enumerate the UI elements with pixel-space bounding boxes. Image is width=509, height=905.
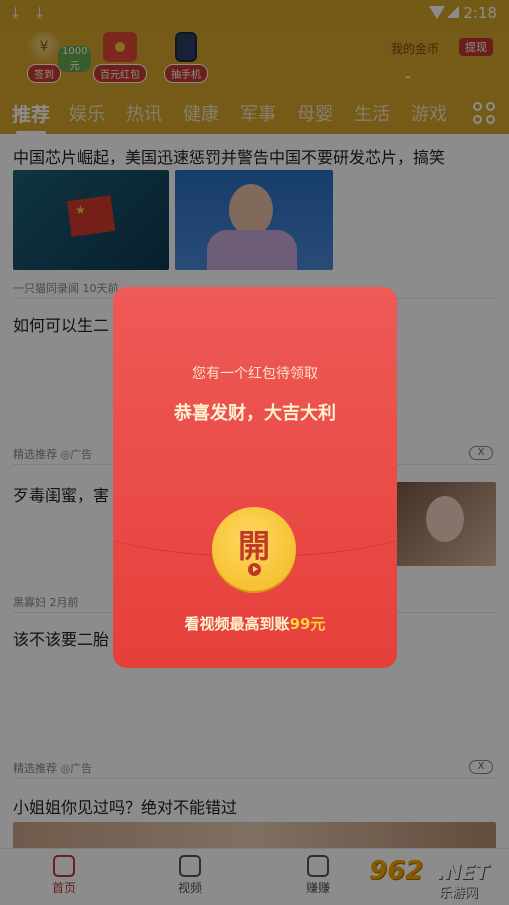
red-envelope-modal: 您有一个红包待领取 恭喜发财，大吉大利 開 看视频最高到账99元: [113, 287, 397, 668]
reward-amount: 99元: [289, 615, 326, 633]
modal-subtitle: 您有一个红包待领取: [192, 366, 318, 382]
open-envelope-button[interactable]: 開: [212, 507, 296, 591]
play-icon: [248, 563, 261, 576]
modal-footer: 看视频最高到账99元: [184, 615, 326, 633]
modal-headline: 恭喜发财，大吉大利: [174, 403, 336, 424]
open-char: 開: [237, 527, 270, 565]
